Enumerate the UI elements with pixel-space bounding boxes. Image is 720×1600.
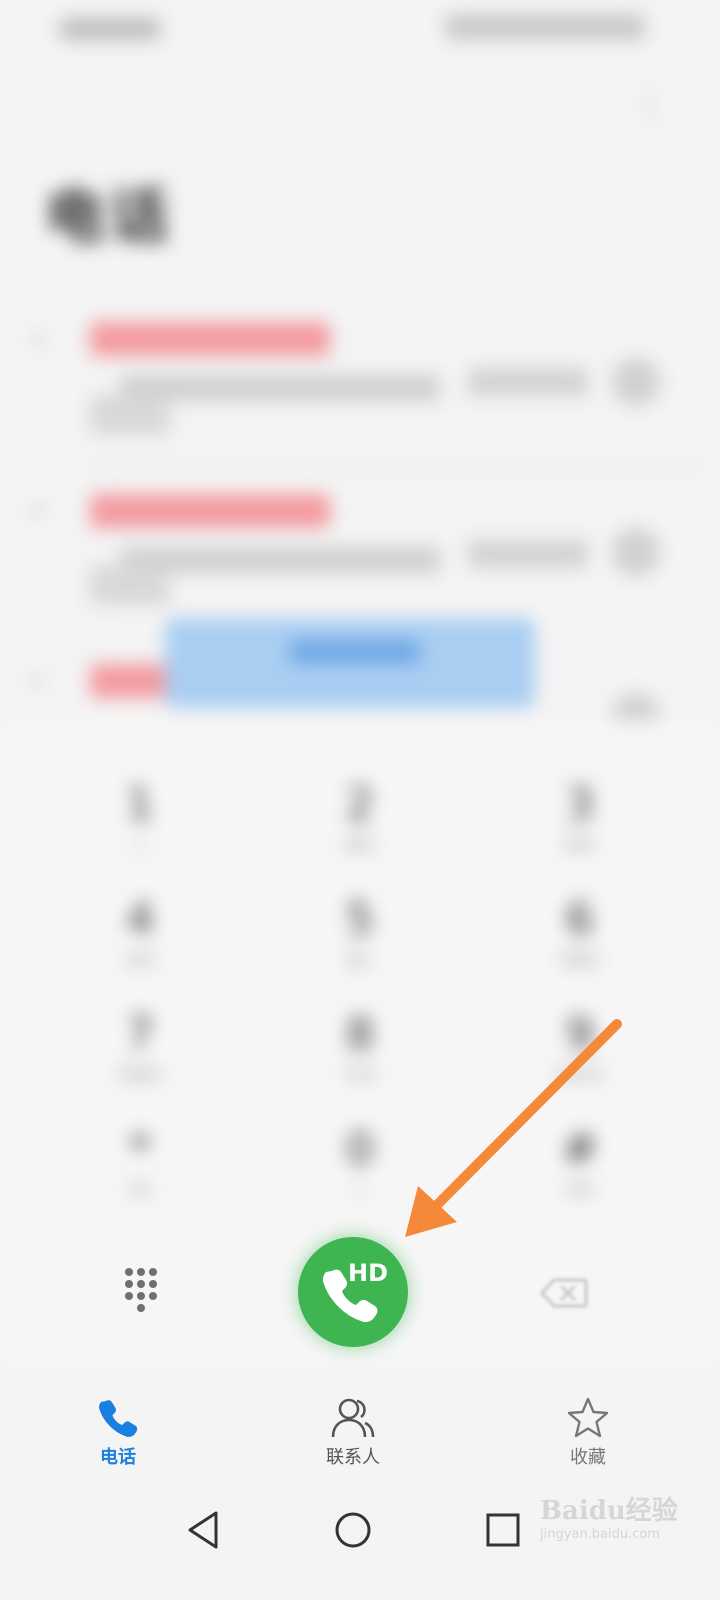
- page-title: 电话: [45, 182, 173, 252]
- nav-label-contacts: 联系人: [326, 1447, 380, 1468]
- dialpad-key-digit: 7: [126, 1009, 154, 1060]
- dialpad-toggle-icon[interactable]: [115, 1262, 167, 1322]
- dialpad-key-digit: 2: [346, 779, 374, 830]
- dialpad-key-letters: PQRS: [118, 1065, 162, 1084]
- dialpad-key-letters: (W): [565, 1180, 595, 1199]
- dialpad-key-digit: #: [561, 1124, 599, 1175]
- dialpad-key[interactable]: 3 DEF: [490, 775, 670, 865]
- call-log-time: [468, 540, 588, 568]
- dialpad-key[interactable]: * (P): [50, 1120, 230, 1210]
- phone-icon: [99, 1400, 138, 1437]
- call-log-name[interactable]: [90, 494, 330, 528]
- dialpad: 1 ∞ 2 ABC 3 DEF 4 GHI 5 JKL 6 MNO 7 PQRS 8 TUV 9 WXYZ * (P)…: [45, 775, 675, 1235]
- more-options-icon[interactable]: ⋮: [636, 85, 666, 125]
- dialpad-key-letters: +: [353, 1180, 367, 1199]
- dialpad-key[interactable]: 4 GHI: [50, 890, 230, 980]
- status-bar-right: [445, 14, 645, 40]
- backspace-icon[interactable]: [540, 1278, 588, 1308]
- home-icon[interactable]: [330, 1507, 376, 1553]
- dialpad-key[interactable]: # (W): [490, 1120, 670, 1210]
- call-log-type-icon: ↙: [30, 667, 49, 692]
- dialpad-key-digit: 5: [346, 894, 374, 945]
- dialpad-key-letters: DEF: [564, 835, 596, 854]
- hd-badge: HD: [348, 1259, 389, 1287]
- dialpad-key-digit: 3: [566, 779, 594, 830]
- nav-tab-favorites[interactable]: 收藏: [518, 1385, 658, 1480]
- dialpad-key-digit: 8: [346, 1009, 374, 1060]
- call-log-sim: [90, 395, 170, 435]
- call-log-sim: [90, 565, 170, 605]
- dialpad-key[interactable]: 1 ∞: [50, 775, 230, 865]
- dialpad-key-digit: *: [129, 1124, 151, 1175]
- call-log-info-icon[interactable]: [612, 358, 660, 406]
- dialpad-key-letters: ABC: [343, 835, 377, 854]
- recents-icon[interactable]: [480, 1507, 526, 1553]
- call-log-time: [468, 368, 588, 396]
- dialpad-key[interactable]: 7 PQRS: [50, 1005, 230, 1095]
- dialpad-key[interactable]: 9 WXYZ: [490, 1005, 670, 1095]
- dialpad-key-letters: MNO: [560, 950, 600, 969]
- divider: [90, 465, 700, 467]
- dialpad-key[interactable]: 5 JKL: [270, 890, 450, 980]
- bottom-navigation: 电话 联系人 收藏: [0, 1385, 720, 1485]
- dialpad-key[interactable]: 0 +: [270, 1120, 450, 1210]
- dialpad-key-digit: 4: [126, 894, 154, 945]
- hd-call-button[interactable]: HD: [298, 1237, 408, 1347]
- dialpad-key-digit: 0: [346, 1124, 374, 1175]
- dialpad-key-digit: 9: [566, 1009, 594, 1060]
- dialpad-key-digit: 6: [566, 894, 594, 945]
- dialpad-key-digit: 1: [126, 779, 154, 830]
- dialpad-key[interactable]: 8 TUV: [270, 1005, 450, 1095]
- back-icon[interactable]: [180, 1507, 226, 1553]
- call-log-name[interactable]: [90, 664, 170, 698]
- contacts-icon: [331, 1398, 375, 1438]
- dialpad-key-letters: JKL: [347, 950, 373, 969]
- toast-text: [290, 640, 420, 664]
- dialpad-key-letters: WXYZ: [556, 1065, 604, 1084]
- call-log-info-icon[interactable]: [612, 528, 660, 576]
- dialpad-key-letters: ∞: [133, 835, 147, 854]
- call-log-name[interactable]: [90, 322, 330, 356]
- nav-tab-phone[interactable]: 电话: [48, 1385, 188, 1480]
- nav-label-phone: 电话: [100, 1447, 136, 1468]
- dialpad-key-letters: GHI: [125, 950, 155, 969]
- dialpad-key[interactable]: 2 ABC: [270, 775, 450, 865]
- watermark: Baidu经验 jingyan.baidu.com: [540, 1490, 720, 1570]
- dialpad-key[interactable]: 6 MNO: [490, 890, 670, 980]
- status-bar-left: [60, 18, 160, 40]
- star-icon: [567, 1397, 609, 1438]
- call-log-type-icon: ↙: [30, 325, 49, 350]
- watermark-url: jingyan.baidu.com: [540, 1527, 660, 1542]
- watermark-brand: Baidu经验: [540, 1496, 678, 1526]
- call-log-type-icon: ↙: [30, 497, 49, 522]
- nav-label-favorites: 收藏: [570, 1447, 606, 1468]
- nav-tab-contacts[interactable]: 联系人: [283, 1385, 423, 1480]
- dialpad-key-letters: TUV: [343, 1065, 377, 1084]
- dialpad-key-letters: (P): [128, 1180, 152, 1199]
